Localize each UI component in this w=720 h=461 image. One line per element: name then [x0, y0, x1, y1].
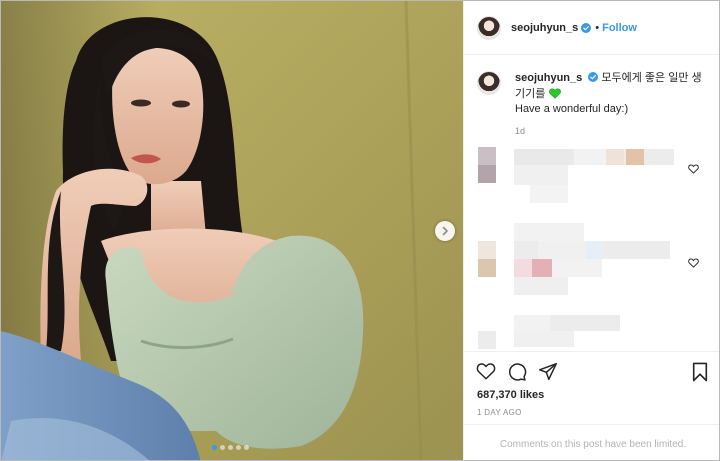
post-date: 1 DAY AGO: [477, 408, 522, 417]
carousel-dots: [212, 445, 249, 450]
caption-timestamp: 1d: [515, 126, 526, 136]
comment-icon: [508, 363, 527, 381]
instagram-post-window: seojuhyun_s • Follow seojuhyun_s 모두에게 좋은…: [0, 0, 720, 461]
blurred-comment: [478, 219, 688, 299]
follow-button[interactable]: Follow: [602, 22, 637, 34]
heart-outline-icon: [476, 363, 496, 380]
carousel-dot: [212, 445, 217, 450]
green-heart-icon: [549, 88, 562, 99]
verified-icon: [581, 22, 592, 33]
post-header: seojuhyun_s • Follow: [464, 1, 719, 55]
carousel-dot: [220, 445, 225, 450]
heart-outline-icon: [688, 258, 699, 268]
like-count[interactable]: 687,370 likes: [477, 389, 544, 401]
heart-outline-icon: [688, 164, 699, 174]
caption-text-line2: 기기를: [515, 88, 546, 100]
comment-button[interactable]: [507, 362, 527, 387]
comment-like-button[interactable]: [688, 255, 699, 273]
blurred-comment: [478, 311, 688, 349]
caption-avatar[interactable]: [477, 71, 501, 95]
post-side-panel: seojuhyun_s • Follow seojuhyun_s 모두에게 좋은…: [463, 1, 719, 460]
carousel-dot: [244, 445, 249, 450]
caption-username[interactable]: seojuhyun_s: [515, 72, 582, 84]
like-button[interactable]: [476, 362, 496, 385]
share-icon: [538, 362, 558, 381]
blurred-comment: [478, 147, 688, 207]
next-photo-button[interactable]: [435, 221, 455, 241]
comment-like-button[interactable]: [688, 161, 699, 179]
carousel-dot: [228, 445, 233, 450]
verified-icon: [588, 72, 599, 82]
caption: seojuhyun_s 모두에게 좋은 일만 생 기기를 Have a wond…: [477, 71, 712, 117]
post-actions: 687,370 likes 1 DAY AGO Comments on this…: [464, 351, 719, 460]
separator-dot: •: [595, 21, 600, 34]
next-arrow-icon: [442, 226, 448, 236]
post-photo[interactable]: [1, 1, 463, 460]
avatar[interactable]: [477, 15, 501, 40]
action-bar: [476, 362, 712, 384]
share-button[interactable]: [538, 362, 558, 386]
carousel-dot: [236, 445, 241, 450]
comments-limited-notice: Comments on this post have been limited.: [464, 424, 719, 460]
caption-text-line1: 모두에게 좋은 일만 생: [601, 72, 702, 84]
save-button[interactable]: [691, 362, 709, 387]
photo-illustration: [1, 1, 463, 460]
caption-text-line3: Have a wonderful day:): [515, 103, 629, 115]
username-link[interactable]: seojuhyun_s: [511, 22, 578, 34]
bookmark-icon: [692, 362, 708, 382]
